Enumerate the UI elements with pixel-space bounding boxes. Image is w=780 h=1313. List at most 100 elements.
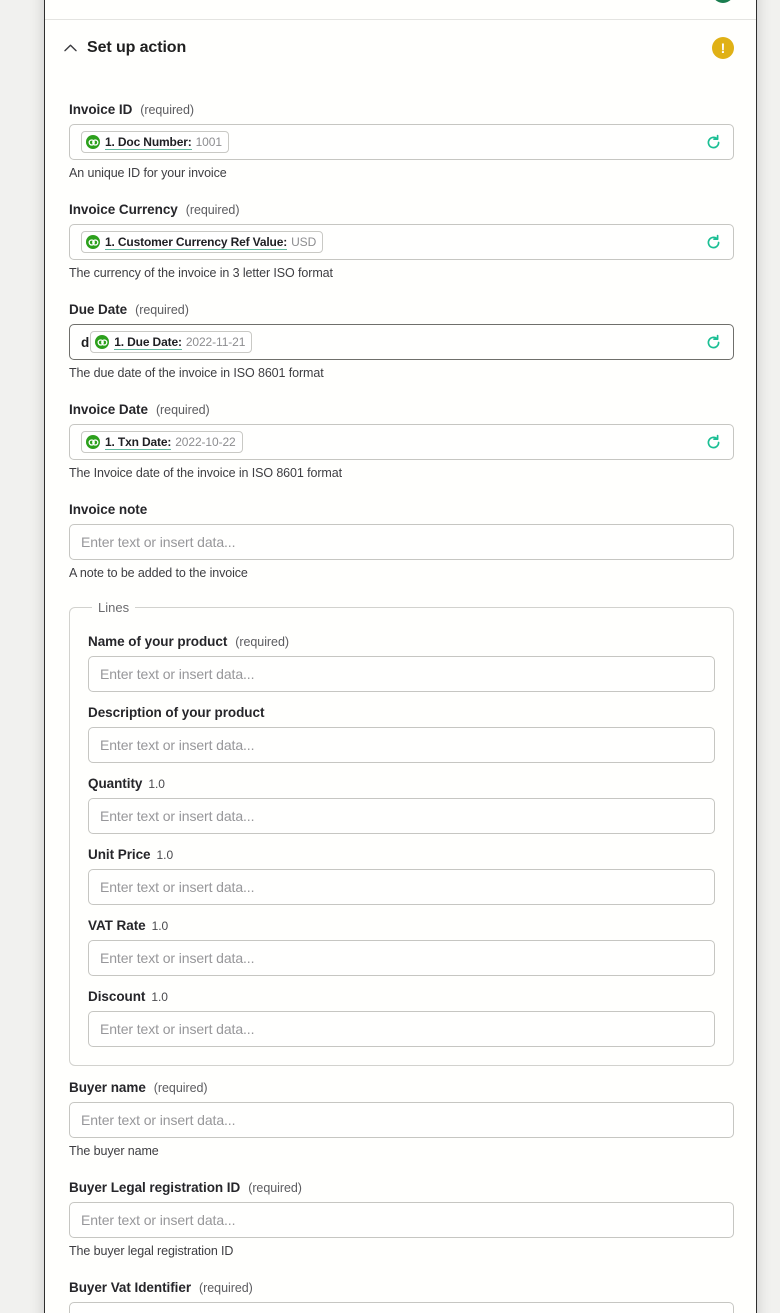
input-invoice-date[interactable]: 1. Txn Date: 2022-10-22 <box>69 424 734 460</box>
step-status-set-up-action: ! <box>712 37 734 59</box>
required-marker: (required) <box>199 1281 253 1295</box>
refresh-icon[interactable] <box>703 332 723 352</box>
field-label-due-date: Due Date (required) <box>69 302 734 317</box>
field-unit-price: Unit Price 1.0 Enter text or insert data… <box>88 847 715 905</box>
label-text: Due Date <box>69 302 128 317</box>
field-buyer-legal-registration-id: Buyer Legal registration ID (required) E… <box>69 1180 734 1258</box>
placeholder-text: Enter text or insert data... <box>81 534 236 550</box>
input-due-date[interactable]: d 1. Due Date: 2022-11-21 <box>69 324 734 360</box>
field-label-buyer-legal-registration-id: Buyer Legal registration ID (required) <box>69 1180 734 1195</box>
label-text: Description of your product <box>88 705 265 720</box>
help-text-invoice-id: An unique ID for your invoice <box>69 166 227 180</box>
help-text-invoice-note: A note to be added to the invoice <box>69 566 248 580</box>
step-header-set-up-action[interactable]: Set up action ! <box>45 20 756 76</box>
default-value-hint: 1.0 <box>148 777 165 791</box>
warning-circle-icon: ! <box>712 37 734 59</box>
set-up-action-form: Invoice ID (required) 1. Doc Number: 100… <box>45 76 756 1313</box>
quickbooks-logo-icon <box>95 335 110 349</box>
placeholder-text: Enter text or insert data... <box>81 1112 236 1128</box>
help-text-invoice-currency: The currency of the invoice in 3 letter … <box>69 266 333 280</box>
field-label-vat-rate: VAT Rate 1.0 <box>88 918 715 933</box>
required-marker: (required) <box>185 203 240 217</box>
warning-glyph: ! <box>720 39 726 56</box>
input-unit-price[interactable]: Enter text or insert data... <box>88 869 715 905</box>
input-invoice-currency[interactable]: 1. Customer Currency Ref Value: USD <box>69 224 734 260</box>
required-marker: (required) <box>235 635 289 649</box>
check-circle-icon <box>712 0 734 3</box>
data-token-pill[interactable]: 1. Txn Date: 2022-10-22 <box>81 431 243 453</box>
input-discount[interactable]: Enter text or insert data... <box>88 1011 715 1047</box>
placeholder-text: Enter text or insert data... <box>100 950 255 966</box>
step-header-choose-account[interactable]: Choose account <box>45 0 756 20</box>
token-name: 1. Txn Date: <box>105 434 172 450</box>
step-status-choose-account <box>712 0 734 3</box>
token-value: 1001 <box>195 135 222 149</box>
help-text-invoice-date: The Invoice date of the invoice in ISO 8… <box>69 466 342 480</box>
field-vat-rate: VAT Rate 1.0 Enter text or insert data..… <box>88 918 715 976</box>
help-text-buyer-legal-registration-id: The buyer legal registration ID <box>69 1244 234 1258</box>
input-invoice-note[interactable]: Enter text or insert data... <box>69 524 734 560</box>
field-buyer-name: Buyer name (required) Enter text or inse… <box>69 1080 734 1158</box>
label-text: Buyer Vat Identifier <box>69 1280 192 1295</box>
field-label-discount: Discount 1.0 <box>88 989 715 1004</box>
placeholder-text: Enter text or insert data... <box>100 1021 255 1037</box>
input-invoice-id[interactable]: 1. Doc Number: 1001 <box>69 124 734 160</box>
token-value: 2022-10-22 <box>175 435 236 449</box>
lines-fieldset: Lines Name of your product (required) En… <box>69 600 734 1066</box>
token-value: 2022-11-21 <box>185 335 246 349</box>
data-token-pill[interactable]: 1. Doc Number: 1001 <box>81 131 229 153</box>
placeholder-text: Enter text or insert data... <box>100 737 255 753</box>
field-label-buyer-name: Buyer name (required) <box>69 1080 734 1095</box>
quickbooks-logo-icon <box>86 135 100 149</box>
label-text: Name of your product <box>88 634 228 649</box>
label-text: Buyer name <box>69 1080 146 1095</box>
input-vat-rate[interactable]: Enter text or insert data... <box>88 940 715 976</box>
input-product-name[interactable]: Enter text or insert data... <box>88 656 715 692</box>
default-value-hint: 1.0 <box>151 919 169 933</box>
field-label-invoice-note: Invoice note <box>69 502 734 517</box>
label-text: Invoice note <box>69 502 148 517</box>
field-invoice-id: Invoice ID (required) 1. Doc Number: 100… <box>69 102 734 180</box>
quickbooks-logo-icon <box>86 235 100 249</box>
field-label-unit-price: Unit Price 1.0 <box>88 847 715 862</box>
input-buyer-name[interactable]: Enter text or insert data... <box>69 1102 734 1138</box>
placeholder-text: Enter text or insert data... <box>100 666 255 682</box>
chevron-down-icon[interactable] <box>59 0 81 3</box>
token-name: 1. Doc Number: <box>105 134 192 150</box>
data-token-pill[interactable]: 1. Due Date: 2022-11-21 <box>90 331 253 353</box>
label-text: Unit Price <box>88 847 151 862</box>
help-text-buyer-name: The buyer name <box>69 1144 159 1158</box>
input-buyer-vat-identifier[interactable]: Enter text or insert data... <box>69 1302 734 1313</box>
app-root: Choose account Set up action ! <box>0 0 780 1313</box>
quickbooks-logo-icon <box>86 435 100 449</box>
label-text: Invoice Date <box>69 402 148 417</box>
field-invoice-currency: Invoice Currency (required) 1. Customer … <box>69 202 734 280</box>
chevron-up-icon[interactable] <box>59 37 81 59</box>
field-quantity: Quantity 1.0 Enter text or insert data..… <box>88 776 715 834</box>
field-invoice-date: Invoice Date (required) 1. Txn Date: 202… <box>69 402 734 480</box>
label-text: Quantity <box>88 776 143 791</box>
help-text-due-date: The due date of the invoice in ISO 8601 … <box>69 366 324 380</box>
required-marker: (required) <box>135 303 189 317</box>
refresh-icon[interactable] <box>703 432 723 452</box>
required-marker: (required) <box>248 1181 302 1195</box>
data-token-pill[interactable]: 1. Customer Currency Ref Value: USD <box>81 231 324 253</box>
token-value: USD <box>291 235 317 249</box>
label-text: Discount <box>88 989 146 1004</box>
required-marker: (required) <box>153 1081 208 1095</box>
label-text: Invoice ID <box>69 102 133 117</box>
refresh-icon[interactable] <box>703 132 723 152</box>
input-buyer-legal-registration-id[interactable]: Enter text or insert data... <box>69 1202 734 1238</box>
field-product-description: Description of your product Enter text o… <box>88 705 715 763</box>
lines-legend: Lines <box>98 600 130 615</box>
input-product-description[interactable]: Enter text or insert data... <box>88 727 715 763</box>
default-value-hint: 1.0 <box>156 848 174 862</box>
field-label-quantity: Quantity 1.0 <box>88 776 715 791</box>
refresh-icon[interactable] <box>703 232 723 252</box>
field-product-name: Name of your product (required) Enter te… <box>88 634 715 692</box>
action-setup-card: Choose account Set up action ! <box>44 0 757 1313</box>
input-prefix-text: d <box>81 334 90 350</box>
step-title-choose-account: Choose account <box>87 0 210 1</box>
label-text: Buyer Legal registration ID <box>69 1180 241 1195</box>
input-quantity[interactable]: Enter text or insert data... <box>88 798 715 834</box>
